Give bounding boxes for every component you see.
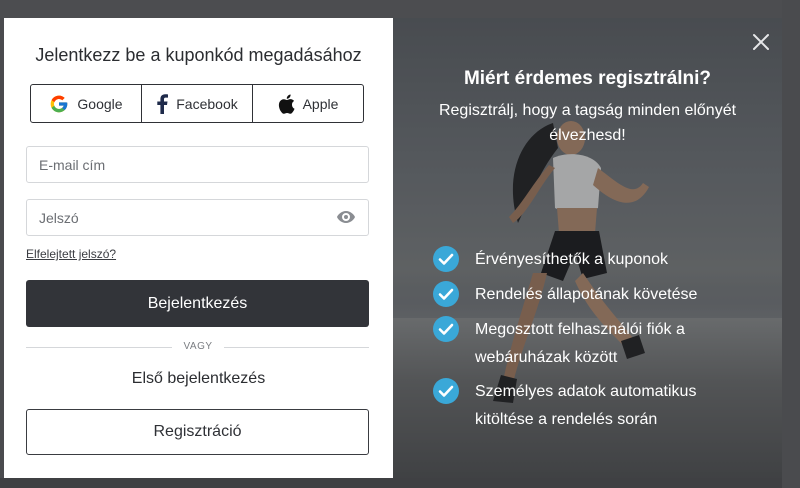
page-backdrop-right bbox=[782, 0, 800, 488]
benefit-text: Megosztott felhasználói fiók a webáruház… bbox=[475, 321, 685, 366]
apple-icon bbox=[278, 94, 295, 114]
close-icon[interactable] bbox=[751, 32, 771, 52]
google-login-label: Google bbox=[77, 95, 123, 112]
promo-subtitle: Regisztrálj, hogy a tagság minden előnyé… bbox=[438, 102, 737, 144]
google-icon bbox=[49, 94, 69, 114]
promo-panel: Miért érdemes regisztrálni? Regisztrálj,… bbox=[393, 18, 782, 478]
apple-login-button[interactable]: Apple bbox=[252, 85, 363, 122]
facebook-login-label: Facebook bbox=[176, 95, 238, 112]
login-title: Jelentkezz be a kuponkód megadásához bbox=[35, 45, 362, 65]
divider-label: VAGY bbox=[183, 341, 213, 352]
forgot-password-link[interactable]: Elfelejtett jelszó? bbox=[26, 247, 116, 261]
benefit-text: Személyes adatok automatikus kitöltése a… bbox=[475, 383, 697, 428]
login-panel: Jelentkezz be a kuponkód megadásához Goo… bbox=[4, 18, 393, 478]
benefit-item: Megosztott felhasználói fiók a webáruház… bbox=[433, 316, 745, 372]
benefit-text: Rendelés állapotának követése bbox=[475, 286, 698, 303]
facebook-login-button[interactable]: Facebook bbox=[141, 85, 252, 122]
page-backdrop-top bbox=[0, 0, 800, 18]
facebook-icon bbox=[156, 93, 169, 114]
promo-title: Miért érdemes regisztrálni? bbox=[463, 68, 712, 89]
email-field[interactable] bbox=[26, 146, 369, 183]
password-field[interactable] bbox=[26, 199, 369, 236]
eye-icon[interactable] bbox=[336, 209, 356, 225]
benefit-item: Rendelés állapotának követése bbox=[433, 281, 745, 309]
login-modal: Jelentkezz be a kuponkód megadásához Goo… bbox=[4, 18, 782, 478]
check-circle-icon bbox=[433, 378, 459, 404]
social-login-group: Google Facebook Apple bbox=[30, 84, 364, 123]
page-backdrop-bottom bbox=[0, 478, 800, 488]
register-button[interactable]: Regisztráció bbox=[26, 409, 369, 455]
apple-login-label: Apple bbox=[302, 95, 339, 112]
check-circle-icon bbox=[433, 246, 459, 272]
check-circle-icon bbox=[433, 316, 459, 342]
check-circle-icon bbox=[433, 281, 459, 307]
first-login-heading: Első bejelentkezés bbox=[131, 370, 266, 387]
divider-line-right bbox=[224, 347, 369, 348]
benefit-item: Érvényesíthetők a kuponok bbox=[433, 246, 745, 274]
benefit-item: Személyes adatok automatikus kitöltése a… bbox=[433, 378, 745, 434]
google-login-button[interactable]: Google bbox=[31, 85, 141, 122]
divider-line-left bbox=[26, 347, 172, 348]
benefit-text: Érvényesíthetők a kuponok bbox=[475, 251, 669, 268]
login-button[interactable]: Bejelentkezés bbox=[26, 280, 369, 327]
